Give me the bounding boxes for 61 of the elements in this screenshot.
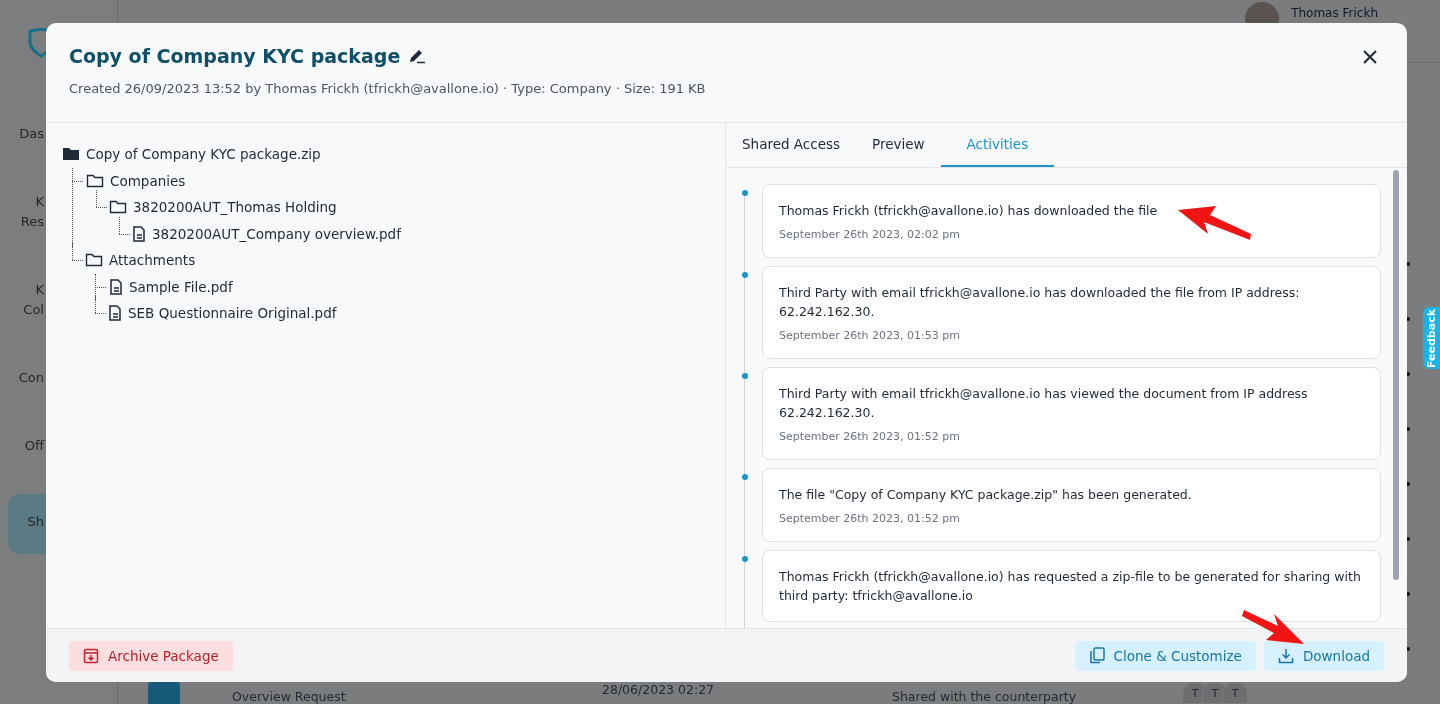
folder-icon [62,147,80,162]
activity-time: September 26th 2023, 01:52 pm [779,512,961,525]
more-icon[interactable] [1406,647,1410,651]
folder-icon [85,253,103,268]
document-icon [108,305,122,322]
tree-item[interactable]: 3820200AUT_Thomas Holding [133,199,337,216]
pencil-icon[interactable] [408,48,427,64]
timeline-dot [742,373,748,379]
document-icon [109,278,123,295]
clone-button[interactable]: Clone & Customize [1074,640,1256,671]
user-name: Thomas Frickh [1291,6,1378,20]
sidebar-item[interactable]: Das [0,124,46,144]
more-icon[interactable] [1406,482,1410,486]
activity-time: September 26th 2023, 01:53 pm [779,329,961,342]
tree-item[interactable]: SEB Questionnaire Original.pdf [128,305,337,322]
table-cell-text: Overview Request [232,689,347,704]
tab[interactable]: Activities [940,123,1055,167]
activity-text: Thomas Frickh (tfrickh@avallone.io) has downloaded the file [779,202,1159,220]
activity-text: Thomas Frickh (tfrickh@avallone.io) has requested a zip-file to be generated for sharing with third party: tfrickh@avallone.io [779,568,1362,605]
activity-text: Third Party with email tfrickh@avallone.io has downloaded the file from IP address: 62.242.162.30. [779,284,1301,321]
sidebar-item[interactable]: K Col [0,280,46,320]
avatar: T [1222,682,1248,704]
tree-item[interactable]: Sample File.pdf [129,278,233,295]
more-icon[interactable] [1406,592,1410,596]
dialog-subtitle: Created 26/09/2023 13:52 by Thomas Frickh (tfrickh@avallone.io) · Type: Company · Size: 191 KB [69,81,707,96]
table-cell-text: 28/06/2023 02:27 [602,682,716,697]
sidebar-item[interactable]: Sh [8,494,46,554]
timeline-dot [742,474,748,480]
more-icon[interactable] [1406,537,1410,541]
folder-icon [86,173,104,188]
dialog-title: Copy of Company KYC package [69,45,401,67]
folder-icon [148,682,180,704]
archive-icon [83,647,99,664]
copy-icon [1088,647,1105,664]
activity-time: September 26th 2023, 02:02 pm [779,228,961,241]
sidebar-item[interactable]: Off [0,436,46,456]
more-icon[interactable] [1406,262,1410,266]
timeline-dot [742,272,748,278]
activity-text: Third Party with email tfrickh@avallone.io has viewed the document from IP address 62.242.162.30. [779,385,1309,422]
tab[interactable]: Shared Access [726,123,857,167]
download-icon [1277,647,1294,664]
archive-button[interactable]: Archive Package [69,640,233,671]
more-icon[interactable] [1406,372,1410,376]
tree-item[interactable]: Attachments [109,252,196,269]
more-icon[interactable] [1406,427,1410,431]
table-cell-text: Shared with the counterparty [892,689,1078,704]
download-button[interactable]: Download [1263,640,1384,671]
more-icon[interactable] [1406,317,1410,321]
sidebar-item[interactable]: K Res [0,192,46,232]
document-icon [132,225,146,242]
sidebar-item[interactable]: Con [0,368,46,388]
tree-item[interactable]: Companies [110,172,186,189]
tree-item[interactable]: Copy of Company KYC package.zip [86,146,321,163]
tree-item[interactable]: 3820200AUT_Company overview.pdf [152,225,401,242]
activity-time: September 26th 2023, 01:52 pm [779,430,961,443]
timeline-dot [742,190,748,196]
timeline-dot [742,556,748,562]
activity-text: The file "Copy of Company KYC package.zip" has been generated. [779,486,1193,504]
folder-icon [109,200,127,215]
scrollbar[interactable] [1393,170,1399,580]
tab[interactable]: Preview [856,123,941,167]
